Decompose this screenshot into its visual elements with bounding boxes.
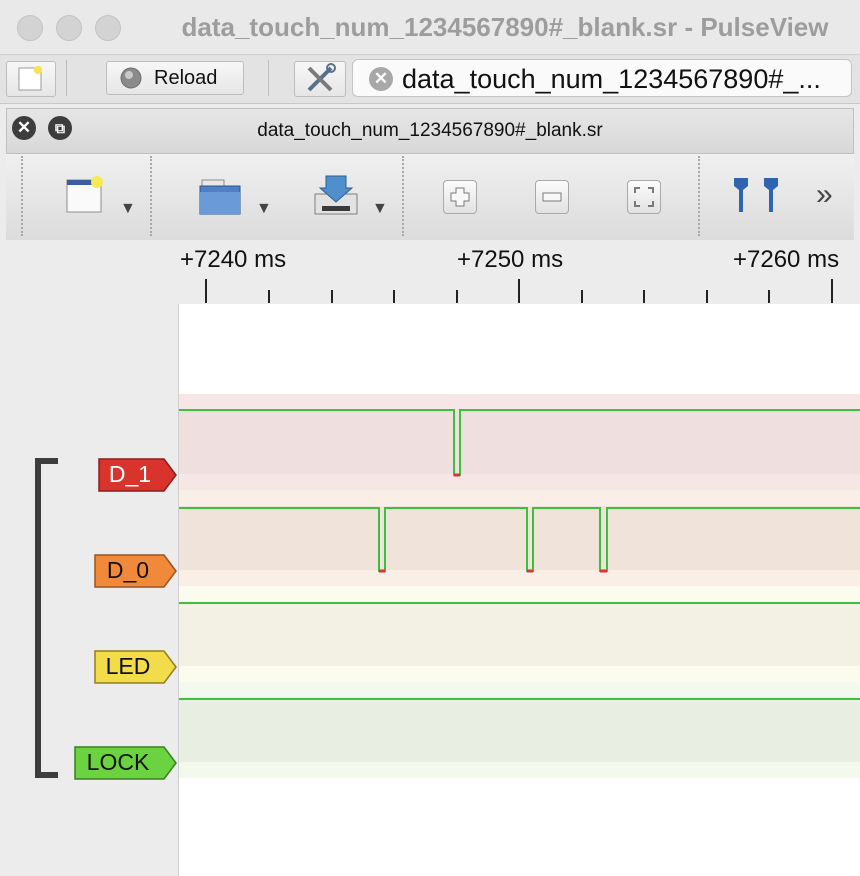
- cursor-markers-icon: [734, 178, 778, 212]
- reload-icon: [120, 67, 142, 89]
- save-dropdown-icon[interactable]: ▼: [372, 200, 388, 218]
- zoom-in-icon: [450, 187, 470, 207]
- folder-icon: [199, 179, 241, 215]
- open-button[interactable]: [198, 174, 244, 218]
- zoom-fit-button[interactable]: [627, 180, 661, 214]
- new-session-button[interactable]: [6, 61, 56, 97]
- zoom-fit-icon: [634, 187, 654, 207]
- toolbar-divider: [66, 60, 67, 96]
- ruler-ticks: [205, 279, 833, 303]
- trace-led-signal: [179, 602, 860, 604]
- toolbar-separator: [402, 156, 404, 236]
- ruler-label: +7250 ms: [457, 246, 564, 273]
- channel-name: LOCK: [86, 749, 150, 775]
- new-session-icon: [18, 66, 42, 91]
- toolbar-separator: [698, 156, 700, 236]
- open-dropdown-icon[interactable]: ▼: [256, 200, 272, 218]
- session-toolbar: [6, 154, 854, 241]
- channel-group-bracket[interactable]: [30, 455, 70, 785]
- ruler-label: +7260 ms: [733, 246, 840, 273]
- trace-lock-signal: [179, 698, 860, 700]
- channel-name: LED: [105, 653, 151, 679]
- channel-name: D_0: [106, 557, 150, 583]
- close-tab-icon[interactable]: ✕: [369, 67, 393, 91]
- window-title: data_touch_num_1234567890#_blank.sr - Pu…: [181, 12, 829, 42]
- trace-d1-signal: [179, 409, 860, 477]
- more-tools-icon[interactable]: »: [816, 178, 833, 212]
- zoom-in-button[interactable]: [443, 180, 477, 214]
- save-icon: [314, 175, 358, 215]
- new-view-button[interactable]: [64, 174, 108, 218]
- new-view-icon: [66, 176, 103, 213]
- tools-icon: [307, 63, 336, 92]
- settings-button[interactable]: [294, 61, 346, 97]
- zoom-out-icon: [542, 192, 562, 202]
- channel-name: D_1: [108, 461, 152, 487]
- toolbar-separator: [150, 156, 152, 236]
- tab-label: data_touch_num_1234567890#_...: [402, 64, 821, 94]
- cursor-button[interactable]: [732, 174, 780, 216]
- reload-label: Reload: [154, 67, 218, 89]
- zoom-out-button[interactable]: [535, 180, 569, 214]
- reload-button[interactable]: Reload: [106, 61, 244, 95]
- trace-d0-signal: [179, 507, 860, 573]
- toolbar-grip: [21, 156, 23, 236]
- session-title: data_touch_num_1234567890#_blank.sr: [257, 120, 603, 141]
- ruler-label: +7240 ms: [180, 246, 287, 273]
- save-button[interactable]: [312, 172, 360, 218]
- new-view-dropdown-icon[interactable]: ▼: [120, 200, 136, 218]
- toolbar-divider: [268, 60, 269, 96]
